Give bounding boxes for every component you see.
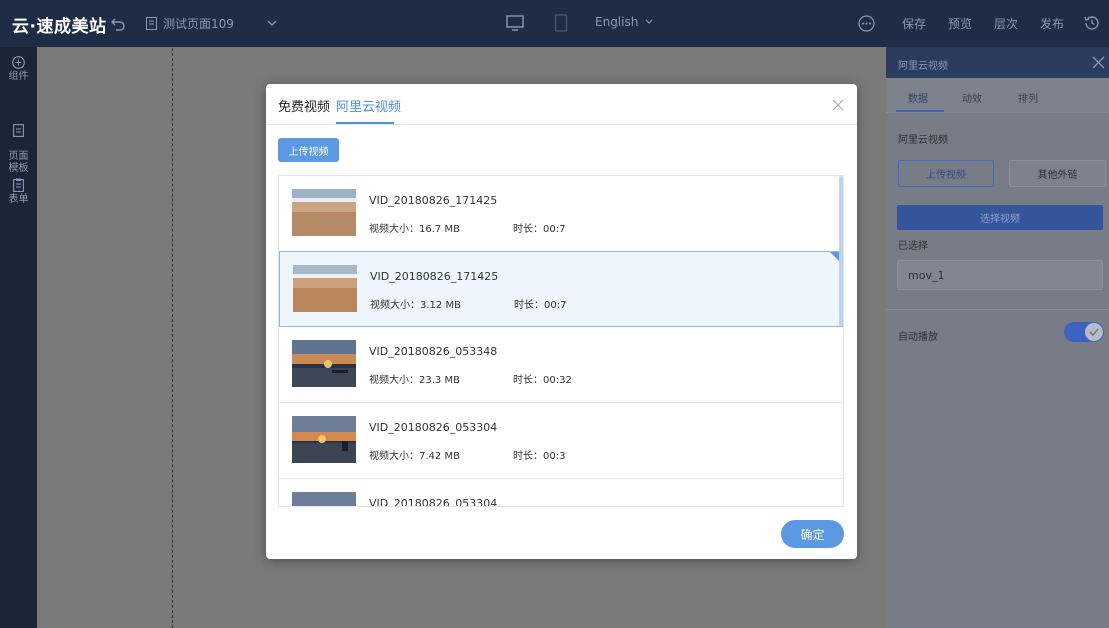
video-name: VID_20180826_171425 bbox=[370, 270, 499, 283]
tab-free-videos[interactable]: 免费视频 bbox=[278, 96, 330, 115]
close-icon[interactable] bbox=[1092, 56, 1105, 69]
video-thumbnail bbox=[292, 340, 356, 387]
video-thumbnail bbox=[292, 492, 356, 506]
layers-button[interactable]: 层次 bbox=[994, 15, 1018, 32]
video-name: VID_20180826_053348 bbox=[369, 345, 498, 358]
video-list-item[interactable]: VID_20180826_053304 bbox=[279, 479, 843, 507]
close-icon[interactable] bbox=[832, 99, 844, 111]
panel-header: 阿里云视频 bbox=[886, 47, 1109, 78]
page-name: 测试页面109 bbox=[163, 17, 234, 31]
video-name: VID_20180826_053304 bbox=[369, 421, 498, 434]
sidebar-item-label: 页面 模板 bbox=[8, 151, 29, 174]
video-size: 视频大小：3.12 MB bbox=[370, 300, 461, 311]
video-duration: 时长：00:7 bbox=[513, 224, 566, 235]
toggle-knob bbox=[1085, 323, 1103, 341]
mobile-icon[interactable] bbox=[554, 14, 568, 32]
tab-data[interactable]: 数据 bbox=[908, 90, 928, 105]
section-label: 阿里云视频 bbox=[898, 135, 948, 146]
page-icon bbox=[146, 17, 157, 30]
upload-video-button[interactable]: 上传视频 bbox=[898, 160, 994, 187]
clipboard-icon bbox=[13, 178, 24, 192]
tab-animation[interactable]: 动效 bbox=[962, 90, 982, 105]
sidebar-item-components[interactable]: 组件 bbox=[0, 56, 37, 83]
autoplay-toggle[interactable] bbox=[1064, 322, 1104, 342]
divider bbox=[886, 309, 1109, 310]
video-list-item[interactable]: VID_20180826_053348 视频大小：23.3 MB 时长：00:3… bbox=[279, 327, 843, 403]
plus-circle-icon bbox=[12, 56, 25, 69]
video-list-item[interactable]: VID_20180826_053304 视频大小：7.42 MB 时长：00:3 bbox=[279, 403, 843, 479]
language-selector[interactable]: English bbox=[595, 15, 654, 29]
video-thumbnail bbox=[293, 265, 357, 312]
confirm-button[interactable]: 确定 bbox=[781, 520, 844, 548]
video-size: 视频大小：7.42 MB bbox=[369, 451, 460, 462]
sidebar-item-label: 表单 bbox=[8, 194, 29, 205]
tab-aliyun-videos[interactable]: 阿里云视频 bbox=[336, 96, 401, 115]
undo-icon[interactable] bbox=[110, 16, 126, 32]
more-icon[interactable] bbox=[858, 15, 875, 32]
video-size: 视频大小：16.7 MB bbox=[369, 224, 460, 235]
autoplay-label: 自动播放 bbox=[898, 332, 938, 343]
select-video-button[interactable]: 选择视频 bbox=[897, 205, 1103, 230]
page-selector[interactable]: 测试页面109 bbox=[146, 15, 234, 32]
left-sidebar: 组件 页面 模板 表单 bbox=[0, 47, 37, 628]
video-list-item[interactable]: VID_20180826_171425 视频大小：16.7 MB 时长：00:7 bbox=[279, 176, 843, 252]
canvas-guide-line bbox=[172, 48, 173, 628]
external-link-button[interactable]: 其他外链 bbox=[1009, 160, 1106, 187]
video-name: VID_20180826_171425 bbox=[369, 194, 498, 207]
language-label: English bbox=[595, 15, 639, 29]
sidebar-item-label: 组件 bbox=[8, 71, 29, 82]
video-picker-dialog: 免费视频 阿里云视频 上传视频 VID_20180826_171425 视频大小… bbox=[266, 84, 857, 559]
video-duration: 时长：00:32 bbox=[513, 375, 572, 386]
history-icon[interactable] bbox=[1083, 14, 1101, 32]
top-actions: 保存 预览 层次 发布 bbox=[902, 15, 1064, 32]
panel-tabs: 数据 动效 排列 bbox=[886, 78, 1109, 112]
video-duration: 时长：00:3 bbox=[513, 451, 566, 462]
video-list[interactable]: VID_20180826_171425 视频大小：16.7 MB 时长：00:7… bbox=[278, 175, 844, 507]
document-icon bbox=[13, 124, 24, 137]
selected-video-field[interactable]: mov_1 bbox=[897, 260, 1103, 290]
sidebar-item-page-template[interactable]: 页面 模板 bbox=[0, 112, 37, 175]
video-thumbnail bbox=[292, 416, 356, 463]
divider bbox=[886, 112, 1109, 113]
check-icon bbox=[1089, 328, 1099, 336]
publish-button[interactable]: 发布 bbox=[1040, 15, 1064, 32]
list-scrollbar[interactable] bbox=[839, 176, 843, 326]
top-bar: 云·速成美站 测试页面109 English 保存 预览 层次 发布 bbox=[0, 0, 1109, 47]
tab-arrange[interactable]: 排列 bbox=[1018, 90, 1038, 105]
preview-button[interactable]: 预览 bbox=[948, 15, 972, 32]
selected-label: 已选择 bbox=[898, 241, 928, 252]
panel-title: 阿里云视频 bbox=[898, 61, 948, 72]
save-button[interactable]: 保存 bbox=[902, 15, 926, 32]
sidebar-item-form[interactable]: 表单 bbox=[0, 178, 37, 206]
video-thumbnail bbox=[292, 189, 356, 236]
video-name: VID_20180826_053304 bbox=[369, 497, 498, 507]
video-duration: 时长：00:7 bbox=[514, 300, 567, 311]
video-list-item-selected[interactable]: VID_20180826_171425 视频大小：3.12 MB 时长：00:7 bbox=[279, 251, 843, 327]
chevron-down-icon bbox=[645, 19, 653, 24]
app-logo: 云·速成美站 bbox=[12, 17, 107, 37]
video-size: 视频大小：23.3 MB bbox=[369, 375, 460, 386]
properties-panel: 阿里云视频 数据 动效 排列 阿里云视频 上传视频 其他外链 选择视频 已选择 … bbox=[886, 47, 1109, 628]
divider bbox=[266, 124, 857, 125]
desktop-icon[interactable] bbox=[506, 14, 524, 32]
chevron-down-icon[interactable] bbox=[266, 17, 278, 29]
upload-video-button[interactable]: 上传视频 bbox=[278, 138, 339, 162]
